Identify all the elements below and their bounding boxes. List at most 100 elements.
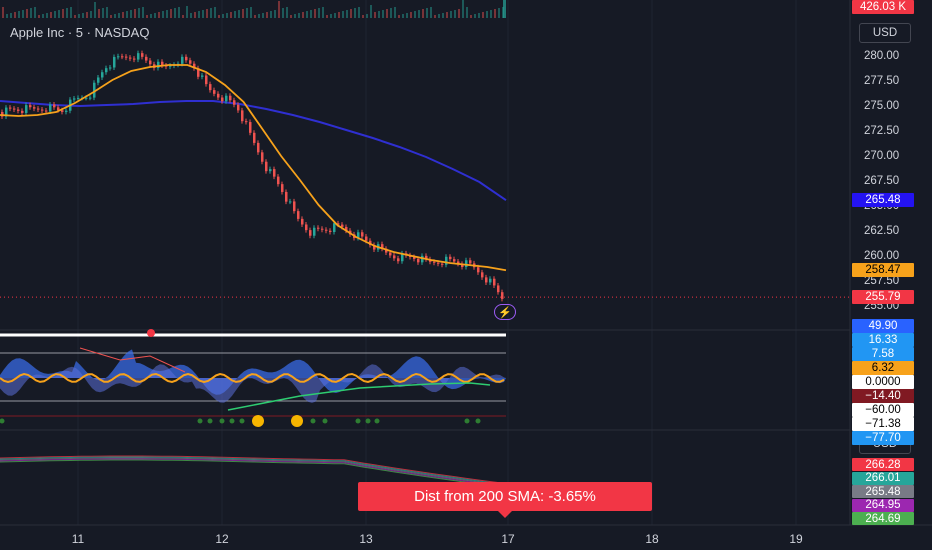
price-tick-label: 275.00 bbox=[864, 100, 899, 112]
volume-bar bbox=[466, 7, 468, 18]
volume-bar bbox=[362, 15, 364, 18]
candle-body bbox=[149, 60, 152, 65]
candle-body bbox=[501, 292, 504, 299]
volume-bar bbox=[330, 14, 332, 18]
time-tick-label: 17 bbox=[501, 532, 515, 546]
volume-bar bbox=[182, 15, 184, 18]
volume-bar bbox=[350, 9, 352, 18]
candle-body bbox=[249, 122, 252, 133]
indicator-tag: 7.58 bbox=[852, 347, 914, 361]
volume-bar bbox=[262, 13, 264, 18]
chart-canvas[interactable]: 280.00 277.50 275.00 272.50 270.00 267.50 265.… bbox=[0, 0, 932, 550]
volume-tag: 426.03 K bbox=[852, 0, 914, 14]
volume-bar bbox=[134, 9, 136, 18]
candle-body bbox=[365, 236, 368, 241]
candle-body bbox=[209, 84, 212, 91]
indicator-tag: −71.38 bbox=[852, 417, 914, 431]
volume-bar bbox=[210, 8, 212, 18]
indicator-tag: 49.90 bbox=[852, 319, 914, 333]
candle-body bbox=[145, 56, 148, 61]
candle-body bbox=[37, 108, 40, 110]
candle-body bbox=[17, 109, 20, 111]
candle-body bbox=[233, 100, 236, 105]
candle-body bbox=[317, 227, 320, 229]
volume-bar bbox=[454, 10, 456, 18]
volume-bar bbox=[86, 12, 88, 18]
indicator-tag: −77.70 bbox=[852, 431, 914, 445]
osc-dot bbox=[374, 418, 380, 424]
osc-dot bbox=[464, 418, 470, 424]
candle-body bbox=[41, 109, 44, 111]
osc-dot bbox=[239, 418, 245, 424]
time-tick-label: 13 bbox=[359, 532, 373, 546]
candle-body bbox=[321, 228, 324, 230]
osc-dot-large bbox=[252, 415, 264, 427]
candle-body bbox=[417, 258, 420, 263]
candle-body bbox=[453, 259, 456, 262]
indicator-tag: 0.0000 bbox=[852, 375, 914, 389]
volume-bar bbox=[302, 12, 304, 18]
candle-body bbox=[329, 230, 332, 232]
volume-bar bbox=[482, 12, 484, 18]
volume-bar bbox=[34, 7, 36, 18]
price-tag: 258.47 bbox=[852, 263, 914, 278]
price-pane[interactable] bbox=[0, 50, 850, 302]
candle-body bbox=[201, 75, 204, 77]
symbol-title[interactable]: Apple Inc · 5 · NASDAQ bbox=[10, 25, 149, 40]
candle-body bbox=[189, 60, 192, 64]
lower-ma-tag: 266.28 bbox=[852, 458, 914, 471]
candle-body bbox=[309, 230, 312, 236]
distance-tooltip: Dist from 200 SMA: -3.65% bbox=[358, 482, 652, 518]
volume-bar bbox=[278, 1, 280, 18]
candle-body bbox=[297, 211, 300, 219]
volume-bar bbox=[186, 6, 188, 18]
volume-bar bbox=[42, 14, 44, 18]
candle-body bbox=[117, 56, 120, 58]
candle-body bbox=[273, 169, 276, 177]
currency-button[interactable]: USD bbox=[859, 23, 911, 43]
lightning-alert-icon[interactable]: ⚡ bbox=[494, 304, 516, 320]
volume-bar bbox=[474, 14, 476, 18]
volume-bar bbox=[398, 15, 400, 18]
candle-body bbox=[181, 56, 184, 64]
volume-bar bbox=[338, 12, 340, 18]
candle-body bbox=[497, 285, 500, 293]
volume-bar bbox=[6, 14, 8, 18]
volume-bar bbox=[166, 10, 168, 18]
volume-bar bbox=[54, 11, 56, 18]
osc-dot bbox=[322, 418, 328, 424]
volume-bar bbox=[222, 14, 224, 18]
volume-bar bbox=[150, 14, 152, 18]
volume-bar bbox=[266, 12, 268, 18]
volume-bar bbox=[382, 10, 384, 18]
time-axis[interactable]: 11 12 13 17 18 19 bbox=[72, 532, 803, 546]
candle-body bbox=[225, 95, 228, 102]
price-tag: 265.48 bbox=[852, 193, 914, 208]
candle-body bbox=[217, 93, 220, 98]
volume-bar bbox=[410, 12, 412, 18]
osc-dot bbox=[475, 418, 481, 424]
volume-bar bbox=[146, 15, 148, 18]
volume-bar bbox=[314, 9, 316, 18]
candle-body bbox=[253, 132, 256, 143]
volume-bar bbox=[30, 8, 32, 18]
volume-bar bbox=[434, 15, 436, 18]
candle-body bbox=[485, 277, 488, 283]
volume-bar bbox=[286, 7, 288, 18]
volume-bar bbox=[242, 9, 244, 18]
candle-body bbox=[185, 56, 188, 61]
candle-body bbox=[113, 56, 116, 68]
candle-body bbox=[73, 98, 76, 100]
candle-body bbox=[393, 255, 396, 259]
candle-body bbox=[105, 68, 108, 73]
candle-body bbox=[441, 263, 444, 265]
candle-body bbox=[445, 256, 448, 265]
volume-bar bbox=[254, 15, 256, 18]
volume-bar bbox=[82, 13, 84, 18]
volume-bar bbox=[334, 13, 336, 18]
volume-bar bbox=[102, 8, 104, 18]
oscillator-pane[interactable] bbox=[0, 329, 506, 427]
volume-bar bbox=[230, 12, 232, 18]
osc-dot bbox=[229, 418, 235, 424]
candle-body bbox=[29, 105, 32, 108]
